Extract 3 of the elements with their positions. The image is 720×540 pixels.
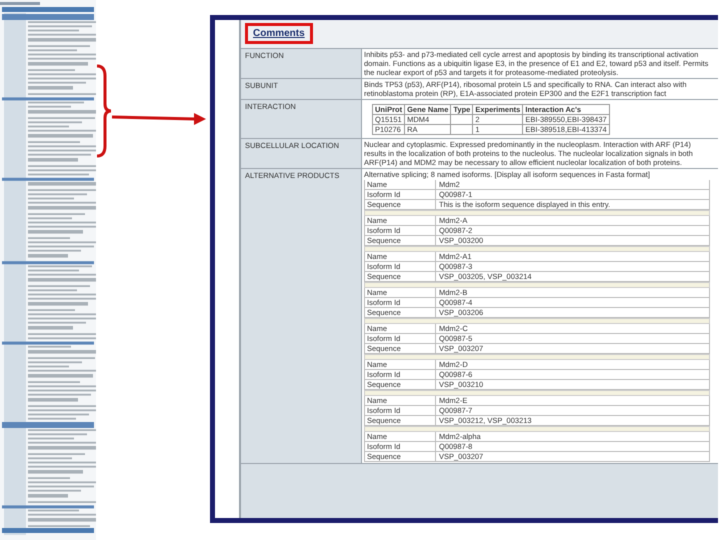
comments-link[interactable]: Comments — [245, 23, 313, 44]
table-cell — [450, 124, 473, 134]
table-cell — [450, 114, 473, 124]
